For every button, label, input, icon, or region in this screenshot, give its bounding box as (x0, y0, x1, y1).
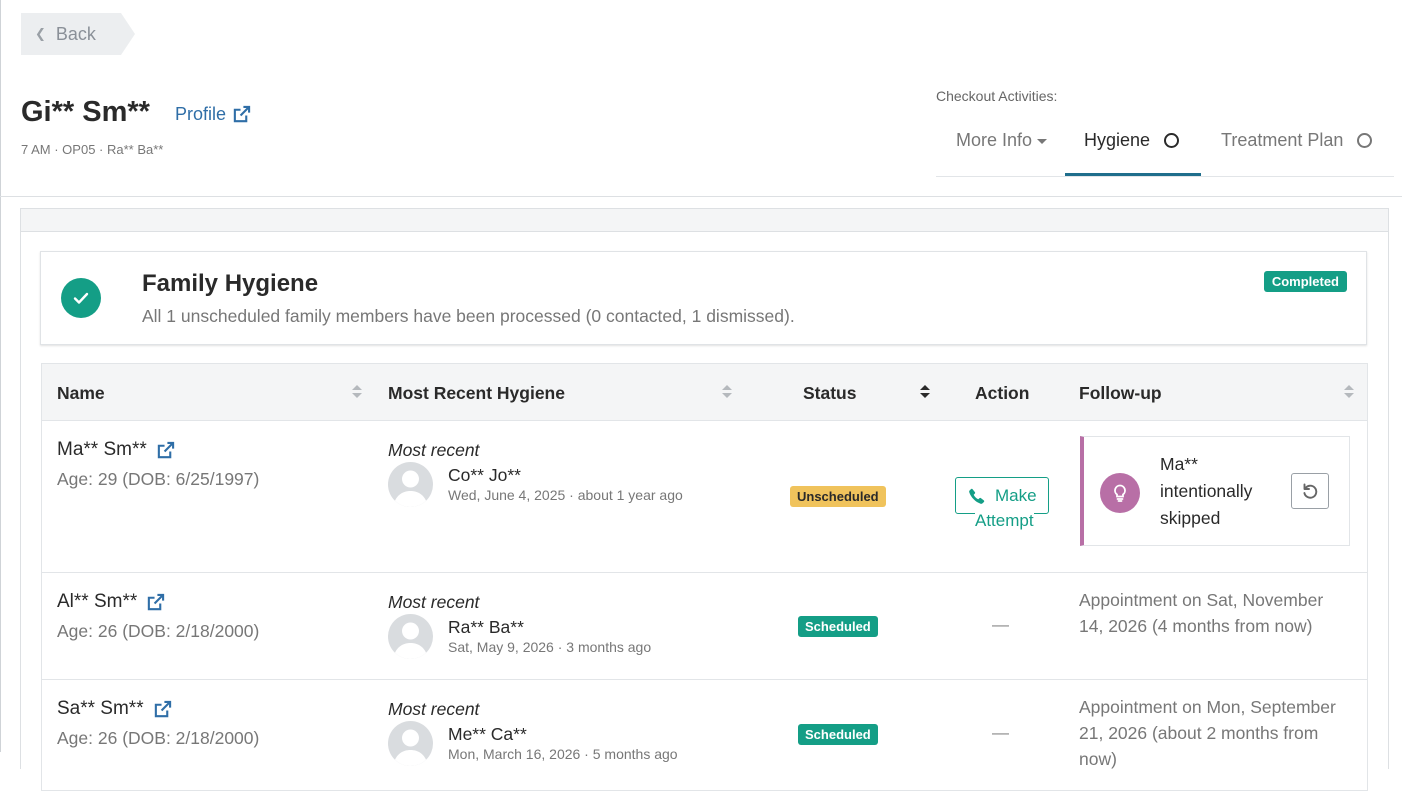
tab-more-info[interactable]: More Info (956, 118, 1048, 162)
status-circle-icon (1164, 132, 1180, 148)
profile-label: Profile (175, 104, 227, 124)
sort-icon[interactable] (722, 385, 732, 399)
follow-up-text: Appointment on Sat, November 14, 2026 (4… (1079, 590, 1324, 636)
table-row: Sa** Sm** Age: 26 (DOB: 2/18/2000) Most … (42, 680, 1367, 791)
summary-title: Family Hygiene (142, 270, 319, 297)
make-attempt-label: Make (995, 486, 1037, 505)
follow-up-skip-card: Ma** intentionally skipped (1080, 436, 1350, 546)
most-recent-label: Most recent (388, 592, 480, 612)
skip-member-name: Ma** (1160, 454, 1198, 474)
member-name: Sa** Sm** (57, 698, 172, 720)
follow-up-text: Appointment on Mon, September 21, 2026 (… (1079, 697, 1336, 769)
member-age: Age: 26 (DOB: 2/18/2000) (57, 621, 260, 641)
column-header-action: Action (975, 383, 1030, 403)
sort-icon[interactable] (352, 385, 362, 399)
external-link-icon (233, 105, 251, 123)
skip-text-line2: intentionally (1160, 481, 1253, 501)
skip-message: Ma** intentionally skipped (1160, 451, 1275, 532)
no-action-dash: — (992, 723, 1009, 742)
skip-text-line3: skipped (1160, 508, 1221, 528)
member-name-text: Sa** Sm** (57, 698, 144, 719)
provider-name: Ra** Ba** (448, 617, 524, 637)
sort-icon[interactable] (1344, 385, 1354, 399)
avatar (388, 462, 433, 507)
panel-header-bar (21, 209, 1388, 232)
external-link-icon[interactable] (156, 441, 175, 460)
family-members-table: Name Most Recent Hygiene Status Action F… (41, 363, 1368, 791)
chevron-left-icon: ❮ (35, 26, 46, 41)
tab-label: Treatment Plan (1221, 129, 1344, 150)
hygiene-panel: Family Hygiene All 1 unscheduled family … (20, 208, 1389, 791)
patient-name: Gi** Sm** (21, 96, 150, 128)
status-badge: Completed (1263, 271, 1347, 292)
patient-meta: 7 AM · OP05 · Ra** Ba** (21, 142, 164, 157)
no-action-dash: — (992, 615, 1009, 634)
avatar (388, 721, 433, 766)
most-recent-label: Most recent (388, 699, 480, 719)
table-row: Al** Sm** Age: 26 (DOB: 2/18/2000) Most … (42, 573, 1367, 680)
tab-label: Hygiene (1084, 129, 1151, 150)
sort-icon[interactable] (920, 385, 930, 399)
member-age: Age: 29 (DOB: 6/25/1997) (57, 469, 260, 489)
family-hygiene-summary: Family Hygiene All 1 unscheduled family … (40, 251, 1367, 345)
tab-label: More Info (956, 129, 1033, 150)
member-name: Al** Sm** (57, 591, 165, 613)
hygiene-date: Sat, May 9, 2026 · 3 months ago (448, 639, 652, 655)
status-badge: Scheduled (798, 724, 878, 745)
checkout-tabs: More Info Hygiene Treatment Plan (936, 118, 1394, 177)
member-name: Ma** Sm** (57, 439, 175, 461)
status-badge: Unscheduled (790, 486, 886, 507)
member-name-text: Al** Sm** (57, 591, 138, 612)
member-age: Age: 26 (DOB: 2/18/2000) (57, 728, 260, 748)
external-link-icon[interactable] (153, 700, 172, 719)
status-circle-icon (1357, 132, 1373, 148)
tab-treatment-plan[interactable]: Treatment Plan (1221, 118, 1373, 162)
external-link-icon[interactable] (146, 593, 165, 612)
tab-hygiene[interactable]: Hygiene (1084, 118, 1180, 162)
profile-link[interactable]: Profile (175, 104, 251, 125)
lightbulb-icon (1100, 473, 1140, 513)
undo-button[interactable] (1291, 473, 1329, 509)
avatar (388, 614, 433, 659)
member-name-text: Ma** Sm** (57, 439, 147, 460)
make-attempt-label-line2: Attempt (975, 511, 1034, 531)
undo-icon (1303, 483, 1318, 499)
make-attempt-button[interactable]: Make Attempt (955, 477, 1049, 531)
most-recent-label: Most recent (388, 440, 480, 460)
column-header-status[interactable]: Status (803, 383, 856, 404)
table-header: Name Most Recent Hygiene Status Action F… (42, 364, 1367, 421)
hygiene-date: Wed, June 4, 2025 · about 1 year ago (448, 487, 683, 503)
check-icon (61, 278, 101, 318)
status-badge: Scheduled (798, 616, 878, 637)
hygiene-date: Mon, March 16, 2026 · 5 months ago (448, 746, 678, 762)
active-tab-indicator (1065, 173, 1201, 176)
column-header-follow-up[interactable]: Follow-up (1079, 383, 1162, 404)
summary-text: All 1 unscheduled family members have be… (142, 306, 795, 326)
checkout-activities-label: Checkout Activities: (936, 88, 1058, 104)
column-header-name[interactable]: Name (57, 383, 105, 404)
phone-icon (969, 488, 985, 504)
table-row: Ma** Sm** Age: 29 (DOB: 6/25/1997) Most … (42, 421, 1367, 573)
provider-name: Co** Jo** (448, 465, 521, 485)
column-header-most-recent-hygiene[interactable]: Most Recent Hygiene (388, 383, 565, 404)
back-button[interactable]: ❮ Back (21, 13, 135, 55)
provider-name: Me** Ca** (448, 724, 527, 744)
back-label: Back (55, 23, 96, 44)
caret-down-icon (1037, 138, 1048, 144)
divider (0, 196, 1402, 197)
window-edge (0, 0, 1, 752)
